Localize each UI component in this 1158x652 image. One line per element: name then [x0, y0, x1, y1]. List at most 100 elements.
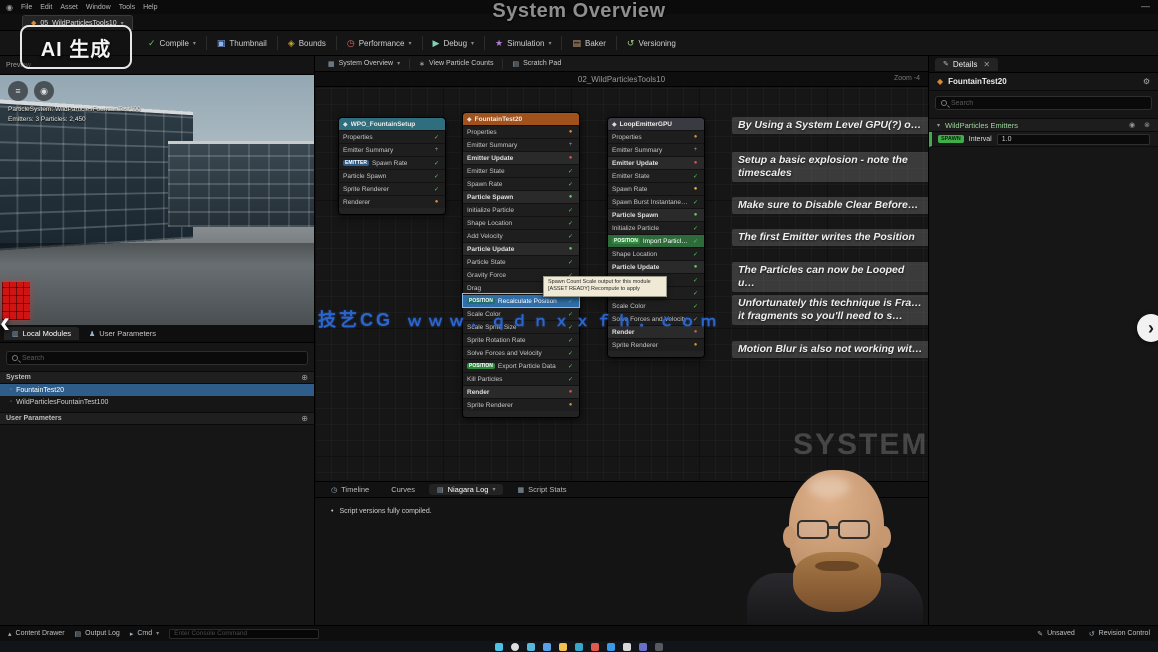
status-unsaved-button[interactable]: ✎Unsaved — [1037, 630, 1075, 638]
module-state-check-icon[interactable]: ✓ — [566, 207, 575, 214]
module-row-emitter-state[interactable]: Emitter State✓ — [463, 164, 579, 177]
graph-toolbar-view-particle-counts-button[interactable]: ∗View Particle Counts — [412, 59, 500, 69]
module-row-spawn-burst-instantaneous[interactable]: Spawn Burst Instantaneous✓ — [608, 195, 704, 208]
taskbar-task-view-icon[interactable] — [527, 643, 535, 651]
module-row-spawn-rate[interactable]: Spawn Rate● — [608, 182, 704, 195]
graph-toolbar-scratch-pad-button[interactable]: ▤Scratch Pad — [505, 59, 568, 69]
parameter-group-header[interactable]: User Parameters⊕ — [0, 412, 314, 425]
module-state-check-icon[interactable]: ✓ — [566, 259, 575, 266]
menu-window[interactable]: Window — [82, 4, 115, 11]
param-value-input[interactable] — [997, 134, 1150, 145]
toolbar-baker-button[interactable]: ▤Baker — [564, 35, 613, 52]
parameter-item[interactable]: ◦FountainTest20 — [0, 384, 314, 396]
delete-icon[interactable]: ⊗ — [1144, 121, 1150, 129]
module-state-plus-icon[interactable]: + — [432, 147, 441, 153]
module-state-check-icon[interactable]: ✓ — [691, 199, 700, 206]
module-row-particle-spawn[interactable]: Particle Spawn✓ — [339, 169, 445, 182]
module-row-sprite-rotation-rate[interactable]: Sprite Rotation Rate✓ — [463, 333, 579, 346]
module-row-particle-state[interactable]: Particle State✓ — [463, 255, 579, 268]
module-state-dot-orange-icon[interactable]: ● — [691, 134, 700, 140]
node-graph[interactable]: 02_WildParticlesTools10 Zoom -4 SYSTEM ◆… — [315, 72, 928, 481]
module-row-spawn-rate[interactable]: EMITTERSpawn Rate✓ — [339, 156, 445, 169]
parameter-item[interactable]: ◦WildParticlesFountainTest100 — [0, 396, 314, 408]
menu-help[interactable]: Help — [139, 4, 161, 11]
menu-file[interactable]: File — [17, 4, 36, 11]
taskbar-widgets-icon[interactable] — [543, 643, 551, 651]
viewport-menu-icon[interactable]: ≡ — [8, 81, 28, 101]
module-state-dot-orange-icon[interactable]: ● — [566, 129, 575, 135]
bottom-tab-script-stats[interactable]: ▦Script Stats — [509, 484, 574, 495]
bottom-tab-curves[interactable]: Curves — [383, 484, 423, 495]
module-state-dot-green-icon[interactable]: ● — [566, 246, 575, 252]
expander-icon[interactable]: ▾ — [937, 122, 940, 129]
module-state-dot-orange-icon[interactable]: ● — [691, 342, 700, 348]
details-search-input[interactable] — [951, 100, 1146, 107]
module-row-particle-update[interactable]: Particle Update● — [463, 242, 579, 255]
status-revision-control-button[interactable]: ↺Revision Control — [1089, 630, 1150, 638]
module-row-solve-forces-and-velocity[interactable]: Solve Forces and Velocity✓ — [463, 346, 579, 359]
close-icon[interactable]: ✕ — [983, 60, 990, 69]
status-content-drawer-button[interactable]: ▴Content Drawer — [8, 630, 65, 638]
module-state-plus-icon[interactable]: + — [566, 142, 575, 148]
module-row-properties[interactable]: Properties✓ — [339, 130, 445, 143]
module-state-check-icon[interactable]: ✓ — [691, 238, 700, 245]
parameters-tab-user-parameters[interactable]: ♟User Parameters — [81, 327, 164, 340]
menu-tools[interactable]: Tools — [115, 4, 139, 11]
bottom-tab-timeline[interactable]: ◷Timeline — [323, 484, 377, 495]
module-state-check-icon[interactable]: ✓ — [691, 173, 700, 180]
module-state-check-icon[interactable]: ✓ — [566, 168, 575, 175]
taskbar-file-explorer-icon[interactable] — [559, 643, 567, 651]
module-row-particle-spawn[interactable]: Particle Spawn● — [463, 190, 579, 203]
next-arrow-icon[interactable]: › — [1137, 314, 1158, 342]
module-row-particle-update[interactable]: Particle Update● — [608, 260, 704, 273]
taskbar-obs-icon[interactable] — [655, 643, 663, 651]
module-row-renderer[interactable]: Renderer● — [339, 195, 445, 208]
module-row-kill-particles[interactable]: Kill Particles✓ — [463, 372, 579, 385]
module-state-check-icon[interactable]: ✓ — [432, 134, 441, 141]
module-state-dot-orange-icon[interactable]: ● — [432, 199, 441, 205]
module-state-check-icon[interactable]: ✓ — [566, 298, 575, 305]
module-state-dot-green-icon[interactable]: ● — [691, 264, 700, 270]
module-state-check-icon[interactable]: ✓ — [566, 181, 575, 188]
menu-asset[interactable]: Asset — [56, 4, 82, 11]
toolbar-simulation-button[interactable]: ★Simulation▾ — [487, 35, 559, 52]
parameters-search-input[interactable] — [22, 355, 302, 362]
module-state-check-icon[interactable]: ✓ — [566, 337, 575, 344]
details-param-row[interactable]: SPAWN Interval — [929, 132, 1158, 147]
module-state-dot-orange-icon[interactable]: ● — [566, 402, 575, 408]
details-tab[interactable]: ✎ Details ✕ — [935, 58, 998, 71]
gear-icon[interactable]: ⚙ — [1143, 77, 1150, 86]
module-state-check-icon[interactable]: ✓ — [691, 225, 700, 232]
minimize-button[interactable]: — — [1141, 1, 1150, 11]
dropdown-caret-icon[interactable]: ▾ — [193, 40, 196, 47]
module-state-dot-red-icon[interactable]: ● — [691, 160, 700, 166]
parameter-group-header[interactable]: System⊕ — [0, 371, 314, 384]
dropdown-caret-icon[interactable]: ▾ — [471, 40, 474, 47]
module-row-render[interactable]: Render● — [463, 385, 579, 398]
module-row-spawn-rate[interactable]: Spawn Rate✓ — [463, 177, 579, 190]
module-state-check-icon[interactable]: ✓ — [691, 290, 700, 297]
dropdown-caret-icon[interactable]: ▾ — [548, 40, 551, 47]
details-search[interactable] — [935, 96, 1152, 110]
module-row-initialize-particle[interactable]: Initialize Particle✓ — [463, 203, 579, 216]
module-row-emitter-summary[interactable]: Emitter Summary+ — [339, 143, 445, 156]
graph-toolbar-system-overview-button[interactable]: ▦System Overview▾ — [321, 59, 407, 69]
module-state-check-icon[interactable]: ✓ — [432, 160, 441, 167]
dropdown-caret-icon[interactable]: ▾ — [409, 40, 412, 47]
toolbar-versioning-button[interactable]: ↺Versioning — [619, 35, 684, 52]
module-row-export-particle-data[interactable]: POSITIONExport Particle Data✓ — [463, 359, 579, 372]
emitter-node-header[interactable]: ◆LoopEmitterGPU — [608, 118, 704, 130]
toolbar-debug-button[interactable]: ▶Debug▾ — [425, 35, 483, 52]
module-row-initialize-particle[interactable]: Initialize Particle✓ — [608, 221, 704, 234]
module-state-check-icon[interactable]: ✓ — [432, 173, 441, 180]
module-row-emitter-summary[interactable]: Emitter Summary+ — [608, 143, 704, 156]
module-state-dot-red-icon[interactable]: ● — [566, 155, 575, 161]
toolbar-performance-button[interactable]: ◷Performance▾ — [339, 35, 420, 52]
toolbar-bounds-button[interactable]: ◈Bounds — [280, 35, 334, 52]
module-row-emitter-update[interactable]: Emitter Update● — [608, 156, 704, 169]
add-parameter-icon[interactable]: ⊕ — [301, 414, 308, 423]
module-state-check-icon[interactable]: ✓ — [691, 251, 700, 258]
toolbar-thumbnail-button[interactable]: ▣Thumbnail — [209, 35, 275, 52]
dropdown-caret-icon[interactable]: ▾ — [397, 60, 400, 67]
add-parameter-icon[interactable]: ⊕ — [301, 373, 308, 382]
